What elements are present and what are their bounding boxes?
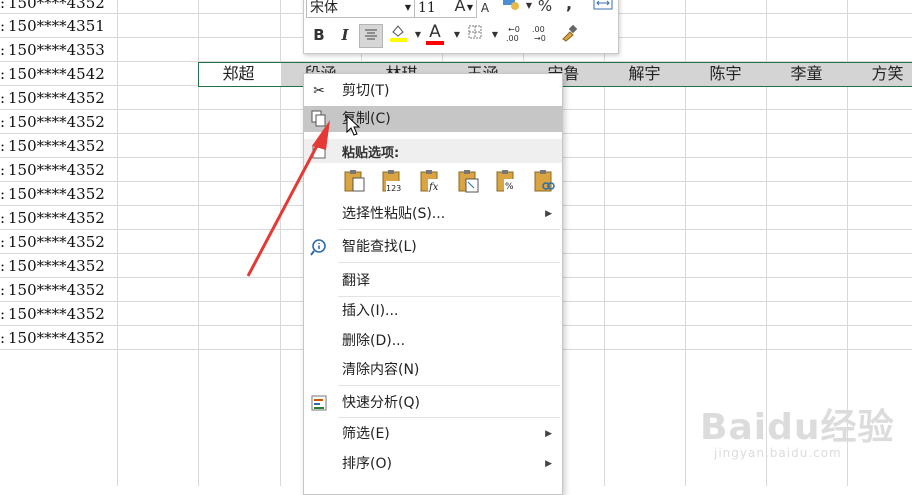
chevron-right-icon: ▶ — [545, 209, 552, 219]
borders-button[interactable] — [464, 24, 486, 46]
menu-item-quick-analysis[interactable]: 快速分析(Q) — [304, 390, 562, 416]
table-cell-phone[interactable]: :150****4352 — [0, 182, 118, 206]
border-icon — [468, 25, 482, 39]
chevron-down-icon[interactable]: ▼ — [484, 24, 506, 46]
paint-bucket-icon — [390, 25, 407, 42]
table-cell-phone[interactable]: :150****4352 — [0, 278, 118, 302]
menu-item-filter[interactable]: 筛选(E) ▶ — [304, 421, 562, 447]
fill-color-button[interactable] — [387, 22, 409, 44]
center-align-button[interactable] — [359, 24, 383, 48]
svg-text:.00: .00 — [532, 25, 545, 34]
chevron-right-icon: ▶ — [545, 429, 552, 439]
clipboard-icon — [312, 143, 326, 159]
table-cell-name[interactable]: 解宇 — [604, 62, 685, 86]
svg-text:123: 123 — [386, 184, 401, 193]
table-cell-name[interactable]: 陈宇 — [685, 62, 766, 86]
table-cell-name[interactable]: 方笑 — [847, 62, 912, 86]
paste-options-header: 粘贴选项: — [304, 139, 562, 163]
table-cell-phone[interactable]: :150****4353 — [0, 38, 118, 62]
paste-transpose-icon[interactable] — [456, 168, 482, 194]
table-cell-phone[interactable]: :150****4352 — [0, 254, 118, 278]
quick-analysis-icon — [310, 394, 328, 412]
menu-item-sort[interactable]: 排序(O) ▶ — [304, 451, 562, 477]
table-cell-phone[interactable]: :150****4352 — [0, 158, 118, 182]
format-painter-button[interactable] — [558, 24, 580, 46]
table-cell-phone[interactable]: :150****4352 — [0, 0, 118, 15]
italic-button[interactable]: I — [334, 24, 356, 46]
decrease-decimal-button[interactable]: .00 →0 — [530, 24, 552, 46]
menu-item-insert[interactable]: 插入(I)... — [304, 298, 562, 324]
merge-icon — [593, 0, 613, 10]
svg-text:←0: ←0 — [508, 25, 520, 34]
menu-item-translate[interactable]: 翻译 — [304, 268, 562, 294]
menu-separator — [338, 417, 560, 418]
menu-item-clear-contents[interactable]: 清除内容(N) — [304, 357, 562, 383]
font-name-select[interactable]: 宋体 ▼ — [306, 0, 415, 18]
menu-separator — [338, 296, 560, 297]
table-cell-phone[interactable]: :150****4352 — [0, 206, 118, 230]
baidu-jingyan-watermark: Baidu经验 jingyan.baidu.com — [700, 407, 895, 460]
mini-toolbar: 宋体 ▼ 11 ▼ A A ▼ % , B I ▼ A ▼ ▼ ←0.00 .0… — [303, 0, 619, 54]
context-menu: ✂ 剪切(T) 复制(C) 粘贴选项: 123 fx % 选择性粘贴(S)...… — [303, 73, 563, 495]
font-color-swatch — [426, 41, 444, 45]
paste-values-icon[interactable]: 123 — [380, 168, 406, 194]
table-cell-phone[interactable]: :150****4352 — [0, 134, 118, 158]
paste-icon[interactable] — [342, 168, 368, 194]
percent-style-button[interactable]: % — [534, 0, 556, 17]
font-color-button[interactable]: A — [424, 21, 446, 45]
shrink-font-button[interactable]: A — [474, 0, 496, 19]
menu-item-cut[interactable]: ✂ 剪切(T) — [304, 78, 562, 104]
menu-separator — [338, 385, 560, 386]
increase-decimal-button[interactable]: ←0.00 — [504, 24, 526, 46]
paste-formulas-icon[interactable]: fx — [418, 168, 444, 194]
copy-icon — [310, 110, 328, 128]
merge-center-button[interactable] — [592, 0, 614, 17]
menu-item-delete[interactable]: 删除(D)... — [304, 328, 562, 354]
table-cell-phone[interactable]: :150****4352 — [0, 230, 118, 254]
decrease-decimal-icon: .00→0 — [532, 25, 546, 43]
paste-link-icon[interactable] — [532, 168, 558, 194]
menu-separator — [338, 262, 560, 263]
menu-item-copy[interactable]: 复制(C) — [304, 106, 562, 132]
menu-item-paste-special[interactable]: 选择性粘贴(S)... ▶ — [304, 201, 562, 227]
paste-formatting-icon[interactable]: % — [494, 168, 520, 194]
svg-text:→0: →0 — [534, 34, 546, 43]
svg-text:fx: fx — [428, 182, 439, 193]
table-cell-phone[interactable]: :150****4352 — [0, 326, 118, 350]
scissors-icon: ✂ — [313, 83, 325, 99]
chevron-down-icon: ▼ — [404, 3, 411, 12]
chevron-right-icon: ▶ — [545, 459, 552, 469]
table-cell-phone[interactable]: :150****4352 — [0, 302, 118, 326]
menu-item-smart-lookup[interactable]: 智能查找(L) — [304, 234, 562, 260]
table-cell-name[interactable]: 李童 — [766, 62, 847, 86]
info-search-icon — [310, 238, 328, 256]
grow-font-button[interactable]: A — [449, 0, 471, 17]
menu-separator — [338, 229, 560, 230]
svg-text:%: % — [505, 182, 514, 192]
table-cell-phone[interactable]: :150****4352 — [0, 86, 118, 110]
align-center-icon — [365, 29, 377, 40]
table-cell-name[interactable]: 郑超 — [198, 62, 279, 86]
svg-text:.00: .00 — [506, 34, 519, 43]
table-cell-phone[interactable]: :150****4351 — [0, 14, 118, 38]
increase-decimal-icon: ←0.00 — [506, 25, 520, 43]
bold-button[interactable]: B — [308, 24, 330, 46]
table-cell-phone[interactable]: :150****4352 — [0, 110, 118, 134]
paintbrush-icon — [562, 24, 578, 42]
table-cell-phone[interactable]: :150****4542 — [0, 62, 118, 86]
comma-style-button[interactable]: , — [558, 0, 580, 15]
